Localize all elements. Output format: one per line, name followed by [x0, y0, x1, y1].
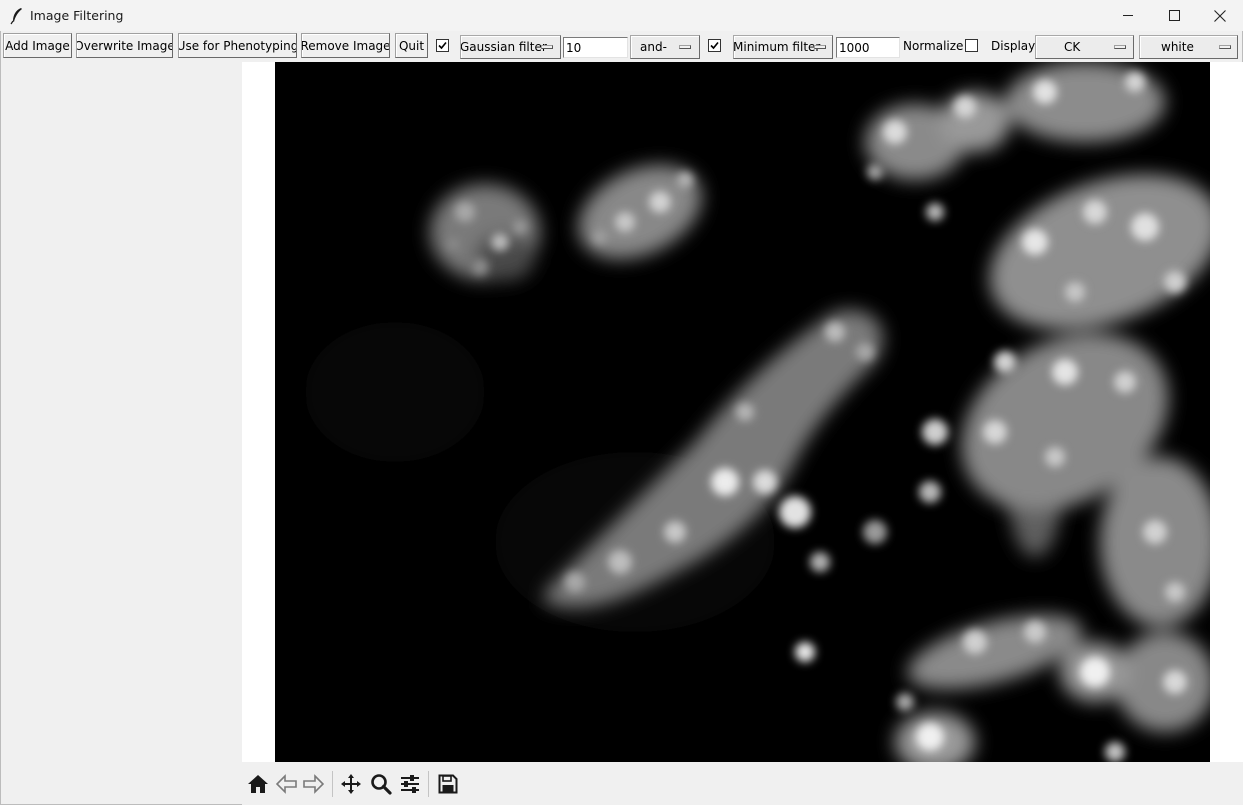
- filter2-value-input[interactable]: [836, 37, 900, 58]
- maximize-icon: [1168, 10, 1180, 21]
- channel-label: CK: [1064, 40, 1081, 54]
- filter2-type-dropdown[interactable]: Minimum filter: [733, 35, 833, 59]
- close-icon: [1214, 9, 1226, 22]
- color-dropdown[interactable]: white: [1139, 35, 1238, 59]
- combine-operator-dropdown[interactable]: and-: [630, 35, 700, 59]
- home-icon[interactable]: [246, 772, 270, 796]
- configure-subplots-icon[interactable]: [398, 772, 422, 796]
- window-title: Image Filtering: [30, 8, 124, 23]
- filter2-type-label: Minimum filter: [733, 40, 821, 54]
- forward-arrow-icon[interactable]: [301, 772, 325, 796]
- dropdown-indicator-icon: [1219, 45, 1231, 49]
- filter2-enable-checkbox[interactable]: [708, 39, 721, 52]
- channel-dropdown[interactable]: CK: [1035, 35, 1134, 59]
- normalize-label: Normalize: [903, 39, 964, 53]
- checkmark-icon: [438, 41, 447, 50]
- dropdown-indicator-icon: [679, 45, 691, 49]
- pan-icon[interactable]: [339, 772, 363, 796]
- zoom-icon[interactable]: [369, 772, 393, 796]
- filtered-image-display[interactable]: [275, 62, 1210, 762]
- filter1-enable-checkbox[interactable]: [436, 39, 449, 52]
- display-label: Display: [991, 39, 1036, 53]
- dropdown-indicator-icon: [1114, 45, 1126, 49]
- dropdown-indicator-icon: [541, 45, 553, 49]
- save-icon[interactable]: [436, 772, 460, 796]
- back-arrow-icon[interactable]: [275, 772, 299, 796]
- image-list-panel[interactable]: [0, 62, 242, 805]
- overwrite-image-button[interactable]: Overwrite Image: [76, 33, 173, 58]
- minimize-icon: [1122, 10, 1134, 21]
- color-label: white: [1161, 40, 1194, 54]
- use-for-phenotyping-button[interactable]: Use for Phenotyping: [178, 33, 297, 58]
- feather-app-icon: [10, 7, 24, 25]
- add-image-button[interactable]: Add Image: [3, 33, 72, 58]
- navigation-toolbar: [242, 762, 1243, 805]
- quit-button[interactable]: Quit: [395, 33, 428, 58]
- filter1-value-input[interactable]: [563, 37, 628, 58]
- toolbar-separator: [428, 771, 429, 797]
- title-bar[interactable]: Image Filtering: [0, 0, 1243, 31]
- close-button[interactable]: [1197, 0, 1243, 31]
- checkmark-icon: [710, 41, 719, 50]
- microscopy-image: [275, 62, 1210, 762]
- maximize-button[interactable]: [1151, 0, 1197, 31]
- toolbar-separator: [332, 771, 333, 797]
- remove-image-button[interactable]: Remove Image: [301, 33, 390, 58]
- filter1-type-dropdown[interactable]: Gaussian filter: [460, 35, 561, 59]
- filter1-type-label: Gaussian filter: [460, 40, 547, 54]
- dropdown-indicator-icon: [814, 45, 826, 49]
- combine-operator-label: and-: [640, 40, 667, 54]
- minimize-button[interactable]: [1105, 0, 1151, 31]
- normalize-checkbox[interactable]: [965, 39, 978, 52]
